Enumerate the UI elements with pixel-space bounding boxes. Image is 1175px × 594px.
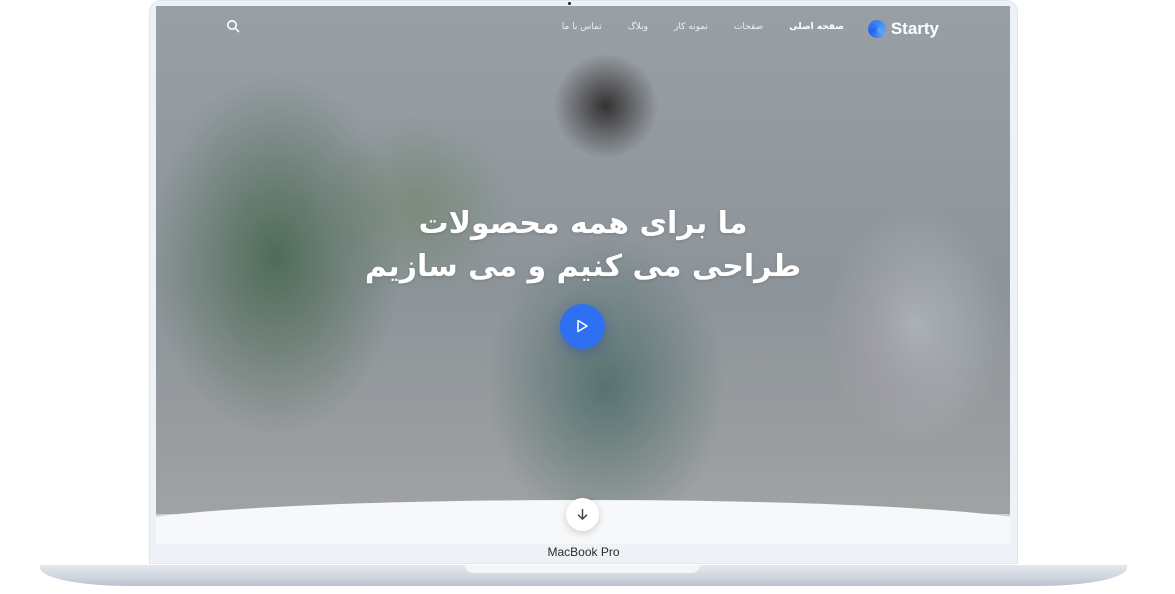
menu-item-blog[interactable]: وبلاگ — [628, 22, 648, 32]
hero-headline-line-2: طراحی می کنیم و می سازیم — [364, 249, 802, 284]
camera-icon — [568, 2, 571, 5]
arrow-down-icon — [577, 508, 588, 520]
laptop-base-notch — [465, 565, 700, 573]
main-menu: صفحه اصلی صفحات نمونه کار وبلاگ تماس با … — [562, 22, 844, 32]
menu-item-home[interactable]: صفحه اصلی — [789, 22, 844, 32]
play-video-button[interactable] — [560, 304, 605, 349]
logo-mark-icon — [867, 20, 886, 38]
brand-name: Starty — [890, 19, 939, 38]
play-icon — [577, 319, 588, 333]
hero-headline-line-1: ما برای همه محصولات — [418, 206, 748, 241]
menu-item-portfolio[interactable]: نمونه کار — [674, 22, 708, 32]
macbook-mockup: Starty صفحه اصلی صفحات نمونه کار وبلاگ ت… — [0, 0, 1175, 594]
search-icon[interactable] — [226, 18, 240, 33]
menu-item-pages[interactable]: صفحات — [734, 22, 763, 32]
laptop-screen: Starty صفحه اصلی صفحات نمونه کار وبلاگ ت… — [156, 6, 1010, 544]
device-model-label: MacBook Pro — [547, 545, 620, 559]
hero-headline: ما برای همه محصولات طراحی می کنیم و می س… — [156, 202, 1010, 288]
brand-logo[interactable]: Starty — [867, 18, 939, 40]
scroll-down-button[interactable] — [566, 498, 599, 531]
top-navbar: Starty صفحه اصلی صفحات نمونه کار وبلاگ ت… — [156, 6, 1010, 52]
menu-item-contact[interactable]: تماس با ما — [562, 22, 602, 32]
